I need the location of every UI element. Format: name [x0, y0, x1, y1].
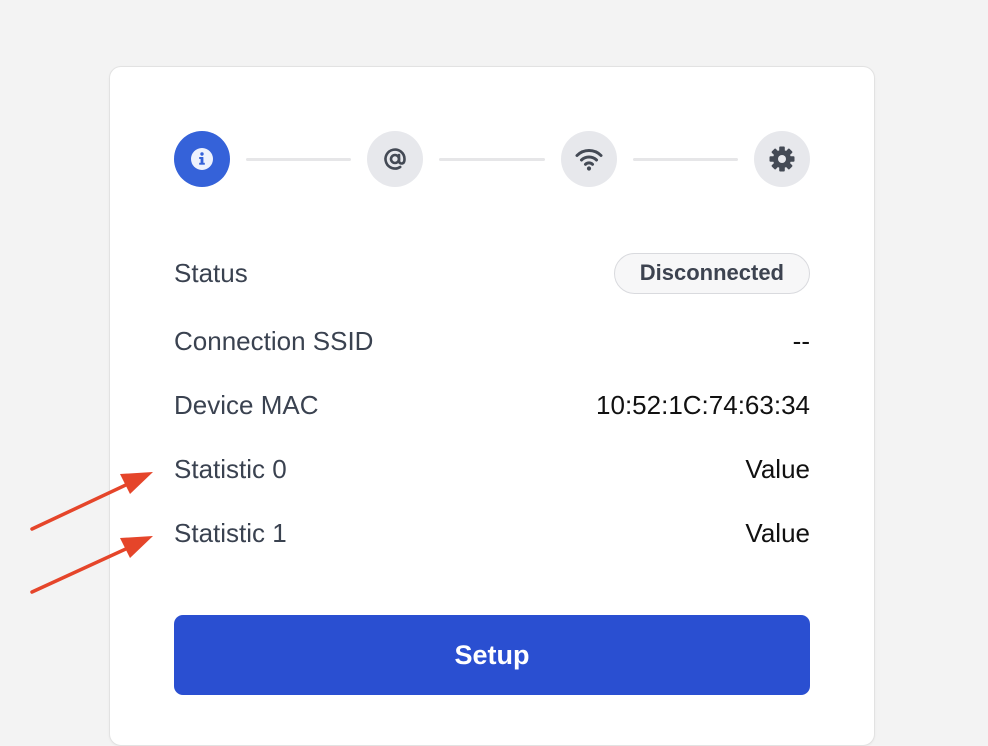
- annotation-arrows: [30, 472, 153, 594]
- arrow-icon: [30, 536, 153, 594]
- arrow-icon: [30, 472, 153, 531]
